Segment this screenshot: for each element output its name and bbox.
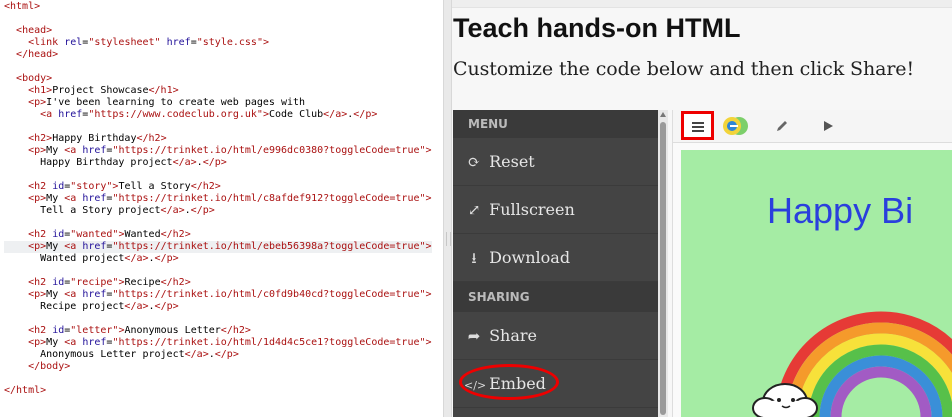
code-line[interactable]: <h2 id="story">Tell a Story</h2> bbox=[4, 181, 432, 193]
menu-item-share[interactable]: ➦ Share bbox=[453, 312, 658, 360]
code-line[interactable] bbox=[4, 313, 432, 325]
expand-icon: ⤢ bbox=[467, 201, 481, 219]
code-line[interactable]: <p>My <a href="https://trinket.io/html/c… bbox=[4, 193, 431, 205]
code-line[interactable]: Happy Birthday project</a>.</p> bbox=[4, 157, 432, 169]
menu-toggle-button[interactable] bbox=[681, 111, 714, 140]
python-logo-icon[interactable] bbox=[719, 110, 753, 142]
menu-item-reset[interactable]: ⟳ Reset bbox=[453, 138, 658, 186]
output-panel: Teach hands-on HTML Customize the code b… bbox=[452, 0, 952, 417]
scroll-thumb[interactable] bbox=[660, 122, 666, 415]
code-line[interactable]: Anonymous Letter project</a>.</p> bbox=[4, 349, 432, 361]
menu-item-label: Reset bbox=[489, 152, 535, 171]
code-line[interactable]: </head> bbox=[4, 49, 432, 61]
code-line[interactable]: </body> bbox=[4, 361, 432, 373]
code-line[interactable]: <a href="https://www.codeclub.org.uk">Co… bbox=[4, 109, 432, 121]
code-line[interactable] bbox=[4, 13, 432, 25]
code-line[interactable] bbox=[4, 169, 432, 181]
sharing-header: SHARING bbox=[453, 282, 658, 312]
code-line[interactable]: <p>I've been learning to create web page… bbox=[4, 97, 432, 109]
code-line[interactable] bbox=[4, 265, 432, 277]
code-line[interactable]: <p>My <a href="https://trinket.io/html/c… bbox=[4, 289, 431, 301]
menu-scrollbar[interactable] bbox=[658, 110, 668, 417]
preview-pane: Happy Bi bbox=[672, 110, 952, 417]
code-text[interactable]: <html> <head> <link rel="stylesheet" hre… bbox=[4, 1, 432, 397]
divider-grip-icon[interactable] bbox=[446, 232, 451, 246]
code-line[interactable]: Tell a Story project</a>.</p> bbox=[4, 205, 432, 217]
code-line[interactable]: Recipe project</a>.</p> bbox=[4, 301, 432, 313]
preview-toolbar bbox=[673, 110, 952, 143]
code-line[interactable] bbox=[4, 61, 432, 73]
page-subtitle: Customize the code below and then click … bbox=[453, 58, 914, 80]
code-line[interactable]: <p>My <a href="https://trinket.io/html/e… bbox=[4, 145, 431, 157]
page-title: Teach hands-on HTML bbox=[453, 13, 741, 43]
code-line[interactable]: <body> bbox=[4, 73, 432, 85]
code-line[interactable]: <head> bbox=[4, 25, 432, 37]
code-line[interactable]: <html> bbox=[4, 1, 432, 13]
refresh-icon: ⟳ bbox=[467, 153, 481, 171]
code-editor[interactable]: <html> <head> <link rel="stylesheet" hre… bbox=[0, 0, 443, 417]
run-play-icon[interactable] bbox=[811, 110, 845, 142]
code-line[interactable]: Wanted project</a>.</p> bbox=[4, 253, 432, 265]
code-line[interactable]: <p>My <a href="https://trinket.io/html/1… bbox=[4, 337, 431, 349]
pencil-icon[interactable] bbox=[765, 110, 799, 142]
menu-item-fullscreen[interactable]: ⤢ Fullscreen bbox=[453, 186, 658, 234]
menu-item-label: Share bbox=[489, 326, 538, 345]
menu-item-download[interactable]: ⭳ Download bbox=[453, 234, 658, 282]
code-line[interactable] bbox=[4, 373, 432, 385]
highlight-oval bbox=[459, 364, 559, 400]
scroll-up-icon[interactable] bbox=[660, 112, 666, 117]
pane-divider[interactable] bbox=[443, 0, 452, 417]
code-line[interactable]: <h2 id="letter">Anonymous Letter</h2> bbox=[4, 325, 432, 337]
code-line[interactable] bbox=[4, 121, 432, 133]
code-line[interactable]: <link rel="stylesheet" href="style.css"> bbox=[4, 37, 432, 49]
code-line[interactable]: <h2 id="wanted">Wanted</h2> bbox=[4, 229, 432, 241]
code-line[interactable]: <p>My <a href="https://trinket.io/html/e… bbox=[4, 241, 432, 253]
trinket-menu: MENU ⟳ Reset ⤢ Fullscreen ⭳ Download SHA… bbox=[453, 110, 658, 417]
code-line[interactable]: <h1>Project Showcase</h1> bbox=[4, 85, 432, 97]
code-line[interactable] bbox=[4, 217, 432, 229]
menu-item-embed[interactable]: </> Embed bbox=[453, 360, 658, 408]
share-icon: ➦ bbox=[467, 327, 481, 345]
code-line[interactable]: <h2>Happy Birthday</h2> bbox=[4, 133, 432, 145]
code-line[interactable]: <h2 id="recipe">Recipe</h2> bbox=[4, 277, 432, 289]
code-line[interactable]: </html> bbox=[4, 385, 432, 397]
preview-render: Happy Bi bbox=[681, 150, 952, 417]
menu-header: MENU bbox=[453, 110, 658, 138]
rainbow-image bbox=[752, 311, 952, 417]
menu-item-label: Download bbox=[489, 248, 571, 267]
hamburger-icon bbox=[692, 122, 704, 132]
menu-item-label: Fullscreen bbox=[489, 200, 575, 219]
top-border bbox=[452, 0, 952, 8]
download-icon: ⭳ bbox=[471, 249, 477, 267]
